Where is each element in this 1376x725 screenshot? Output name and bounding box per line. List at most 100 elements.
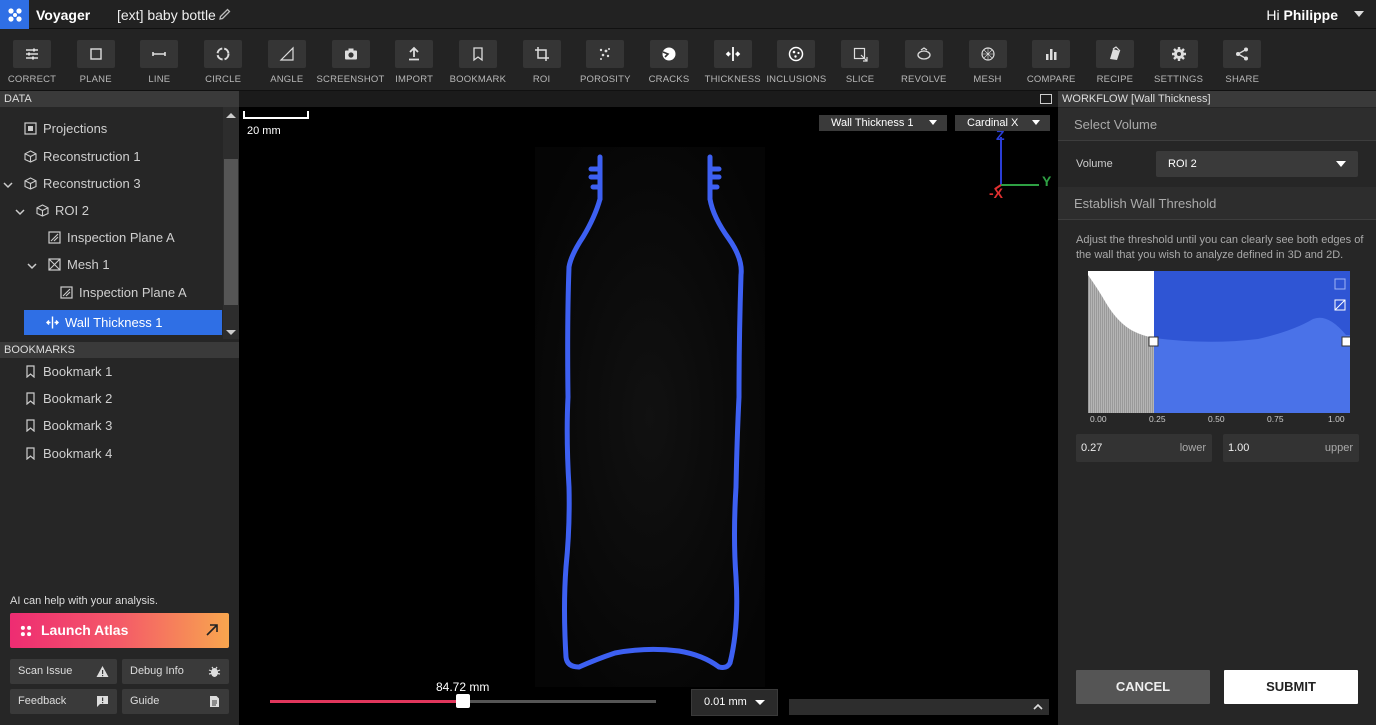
view-select[interactable]: Cardinal X [955,115,1050,131]
user-greeting[interactable]: Hi Philippe [1266,7,1338,23]
chevron-up-icon[interactable] [1033,702,1043,712]
axis-triad-icon [994,137,1039,190]
tool-mesh-button[interactable] [968,40,1007,68]
tool-share[interactable]: SHARE [1210,29,1274,91]
tree-item-reconstruction-1[interactable]: Reconstruction 1 [24,144,222,170]
upper-threshold-handle [1341,336,1350,347]
lower-threshold-input[interactable]: 0.27 lower [1076,434,1212,462]
tool-line[interactable]: LINE [127,29,191,91]
cube-icon [36,204,49,217]
toolbar: CORRECT PLANE LINE CIRCLE ANGLE SCREENSHOT IMP… [0,29,1376,91]
tool-thickness-button[interactable] [713,40,752,68]
bookmark-item[interactable]: Bookmark 1 [24,359,222,385]
bookmark-item[interactable]: Bookmark 2 [24,386,222,412]
document-title[interactable]: [ext] baby bottle [117,7,216,23]
scroll-up-icon[interactable] [226,113,236,118]
chevron-down-icon[interactable] [15,207,25,217]
bookmark-icon [26,419,35,432]
tool-angle[interactable]: ANGLE [255,29,319,91]
view-select-value: Cardinal X [967,117,1019,129]
scale-label: 20 mm [247,125,281,137]
tool-circle-button[interactable] [204,40,243,68]
tool-share-button[interactable] [1223,40,1262,68]
tool-mesh[interactable]: MESH [956,29,1020,91]
launch-atlas-button[interactable]: Launch Atlas [10,613,229,648]
tool-slice[interactable]: SLICE [828,29,892,91]
tool-revolve[interactable]: REVOLVE [892,29,956,91]
volume-select[interactable]: ROI 2 [1156,151,1358,177]
tool-revolve-button[interactable] [904,40,943,68]
tree-item-inspection-plane-a[interactable]: Inspection Plane A [48,225,222,251]
tool-roi-button[interactable] [522,40,561,68]
tool-recipe[interactable]: RECIPE [1083,29,1147,91]
cancel-button[interactable]: CANCEL [1076,670,1210,704]
tool-roi[interactable]: ROI [510,29,574,91]
tool-import-button[interactable] [395,40,434,68]
guide-button[interactable]: Guide [122,689,229,714]
tool-thickness[interactable]: THICKNESS [701,29,765,91]
submit-button[interactable]: SUBMIT [1224,670,1358,704]
workflow-panel: WORKFLOW [Wall Thickness] Select Volume … [1040,91,1376,725]
tool-plane[interactable]: PLANE [64,29,128,91]
tool-porosity[interactable]: POROSITY [573,29,637,91]
tool-compare-button[interactable] [1032,40,1071,68]
tool-settings[interactable]: SETTINGS [1147,29,1211,91]
bookmark-item[interactable]: Bookmark 4 [24,441,222,467]
tool-porosity-button[interactable] [586,40,625,68]
layer-select[interactable]: Wall Thickness 1 [819,115,947,131]
tool-cracks-button[interactable] [650,40,688,68]
tool-recipe-button[interactable] [1095,40,1134,68]
tool-bookmark[interactable]: BOOKMARK [446,29,510,91]
step-size-select[interactable]: 0.01 mm [691,689,778,716]
chevron-down-icon[interactable] [3,180,13,190]
wall-threshold-section[interactable]: Establish Wall Threshold [1058,187,1376,220]
3d-viewport[interactable]: Z Y -X 20 mm Wall Thickness 1 Cardinal X… [239,107,1058,725]
tree-item-roi-2[interactable]: ROI 2 [36,198,222,224]
slice-slider-thumb[interactable] [456,694,470,708]
app-name: Voyager [36,7,91,23]
bookmark-item[interactable]: Bookmark 3 [24,413,222,439]
data-scrollbar-thumb[interactable] [224,159,238,305]
tool-screenshot[interactable]: SCREENSHOT [317,29,384,91]
panel-toggle-icon[interactable] [1040,94,1052,104]
tree-item-projections[interactable]: Projections [24,116,222,142]
bar-chart-icon [1046,49,1057,60]
scroll-down-icon[interactable] [226,330,236,335]
tool-angle-button[interactable] [267,40,306,68]
tool-inclusions-button[interactable] [777,40,816,68]
tool-plane-button[interactable] [76,40,115,68]
bookmark-label: Bookmark 1 [43,364,113,379]
scan-issue-button[interactable]: Scan Issue [10,659,117,684]
tool-correct[interactable]: CORRECT [0,29,64,91]
tool-bookmark-button[interactable] [458,40,497,68]
scan-issue-label: Scan Issue [18,665,73,677]
tool-slice-button[interactable] [841,40,880,68]
tool-circle[interactable]: CIRCLE [191,29,255,91]
timeline-bar[interactable] [789,699,1049,715]
tool-line-button[interactable] [140,40,179,68]
tree-item-inspection-plane-a-2[interactable]: Inspection Plane A [60,280,222,306]
threshold-histogram[interactable] [1088,271,1350,413]
upper-threshold-input[interactable]: 1.00 upper [1223,434,1359,462]
tree-item-label: Reconstruction 1 [43,149,141,164]
chevron-down-icon[interactable] [27,261,37,271]
tool-screenshot-button[interactable] [331,40,370,68]
select-volume-section[interactable]: Select Volume [1058,108,1376,141]
app-logo-icon[interactable] [0,0,29,29]
tool-inclusions[interactable]: INCLUSIONS [764,29,828,91]
tree-item-reconstruction-3[interactable]: Reconstruction 3 [24,171,222,197]
tool-correct-button[interactable] [13,40,51,68]
tree-item-wall-thickness-1[interactable]: Wall Thickness 1 [24,310,222,335]
workflow-header: WORKFLOW [Wall Thickness] [1040,91,1376,107]
tree-item-mesh-1[interactable]: Mesh 1 [48,252,222,278]
scale-bar [243,111,309,119]
tool-compare[interactable]: COMPARE [1019,29,1083,91]
chevron-down-icon[interactable] [1354,11,1364,17]
pencil-icon[interactable] [218,7,232,21]
debug-info-button[interactable]: Debug Info [122,659,229,684]
tool-settings-button[interactable] [1159,40,1198,68]
guide-label: Guide [130,695,160,707]
tool-cracks[interactable]: CRACKS [637,29,701,91]
tool-import[interactable]: IMPORT [382,29,446,91]
feedback-button[interactable]: Feedback [10,689,117,714]
